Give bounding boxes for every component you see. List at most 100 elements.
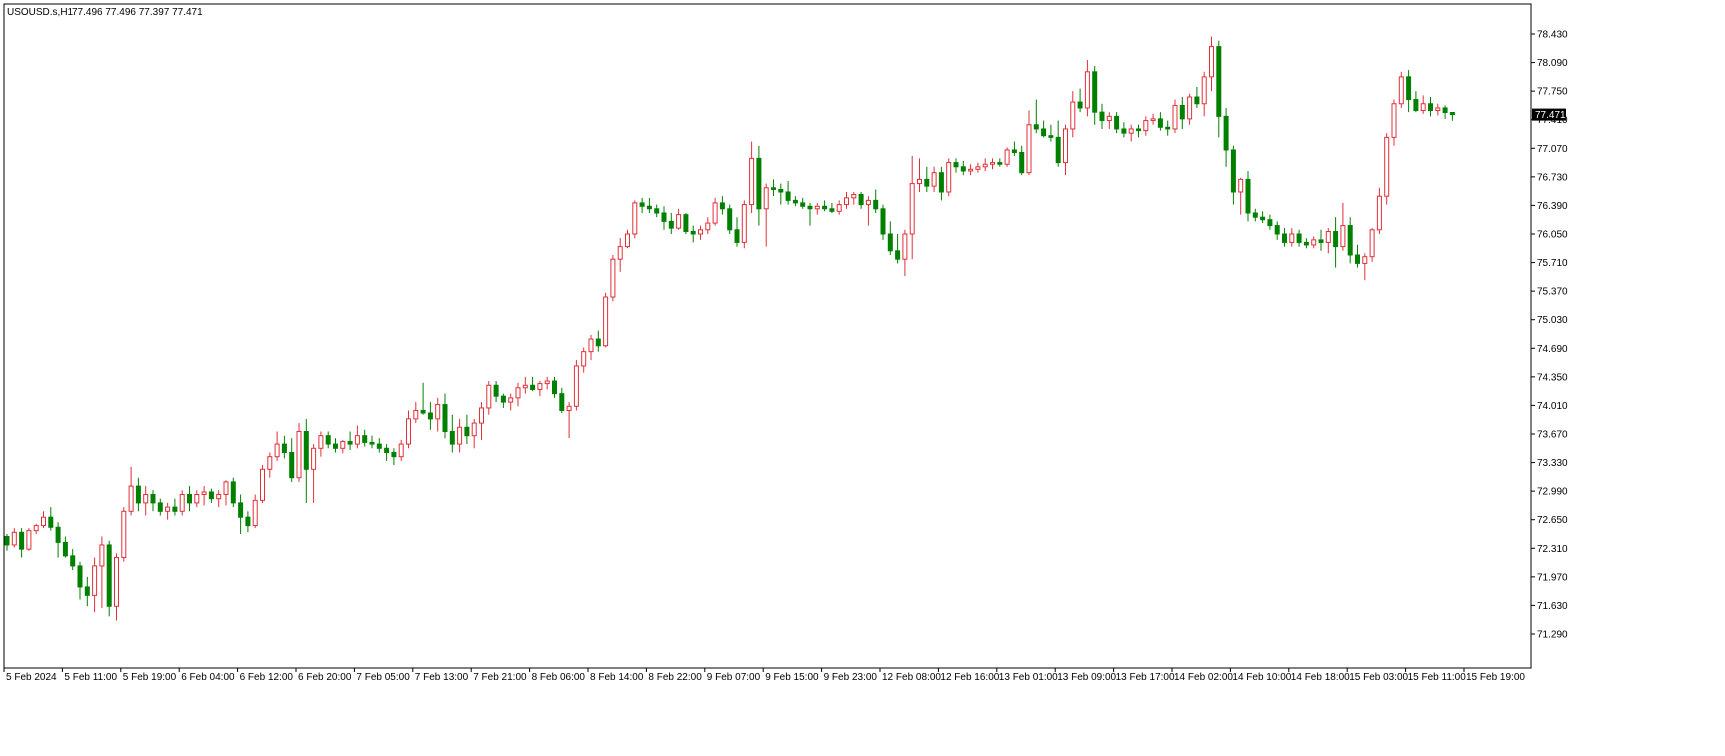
- candle-body: [851, 194, 857, 199]
- candle-body: [552, 380, 557, 395]
- candle-body: [822, 205, 828, 210]
- candle: [26, 528, 32, 551]
- current-price-tag: 77.471: [1532, 108, 1566, 121]
- candle-body: [99, 544, 105, 567]
- time-tick-label: 15 Feb 11:00: [1408, 672, 1467, 683]
- candle-body: [646, 205, 652, 210]
- candle-body: [1282, 233, 1287, 243]
- price-tick-label: 75.030: [1537, 315, 1568, 326]
- candle-body: [734, 229, 740, 243]
- candle-body: [1267, 219, 1273, 227]
- candle: [632, 200, 638, 239]
- candle-body: [1106, 115, 1112, 122]
- candle: [106, 540, 112, 617]
- candle-body: [1347, 225, 1353, 256]
- candle-body: [1245, 178, 1251, 214]
- time-tick-label: 13 Feb 01:00: [999, 672, 1058, 683]
- candle-body: [1099, 111, 1105, 122]
- candle-body: [595, 338, 601, 347]
- candle-body: [340, 441, 346, 449]
- candle-body: [544, 380, 550, 385]
- candle-body: [705, 222, 711, 231]
- time-tick-label: 8 Feb 14:00: [590, 672, 644, 683]
- candle-body: [172, 506, 178, 512]
- candle-body: [296, 430, 302, 479]
- candle-body: [442, 404, 448, 432]
- candle-body: [559, 393, 565, 411]
- price-tick-label: 72.310: [1537, 544, 1568, 555]
- candle-body: [1128, 128, 1134, 134]
- candle-body: [260, 468, 265, 501]
- price-tick-label: 78.090: [1537, 58, 1568, 69]
- price-tick-label: 76.390: [1537, 201, 1568, 212]
- candle-body: [990, 162, 995, 165]
- candle-body: [1311, 239, 1317, 246]
- candle-body: [909, 183, 915, 235]
- candle-body: [318, 435, 324, 449]
- candle-body: [1019, 151, 1025, 174]
- candle-body: [814, 205, 820, 210]
- candle-body: [406, 418, 411, 445]
- candle-body: [1428, 103, 1433, 111]
- price-tick-label: 73.670: [1537, 430, 1568, 441]
- candle-body: [1238, 178, 1244, 193]
- candle-body: [252, 499, 258, 527]
- candle-body: [449, 430, 455, 445]
- candle-body: [26, 530, 32, 550]
- candle-body: [274, 443, 280, 458]
- time-tick-label: 9 Feb 15:00: [765, 672, 819, 683]
- candle-body: [698, 229, 703, 235]
- candle-body: [603, 296, 609, 347]
- time-tick-label: 6 Feb 12:00: [240, 672, 294, 683]
- candle-body: [676, 214, 682, 229]
- candle: [260, 465, 265, 503]
- time-tick-label: 13 Feb 09:00: [1057, 672, 1116, 683]
- candle: [230, 477, 236, 508]
- price-tick-label: 71.630: [1537, 601, 1568, 612]
- price-tick-label: 74.690: [1537, 344, 1568, 355]
- time-tick-label: 15 Feb 19:00: [1466, 672, 1525, 683]
- candle-body: [1362, 256, 1368, 264]
- time-tick-label: 8 Feb 22:00: [648, 672, 702, 683]
- candle-body: [712, 202, 718, 224]
- candle-body: [1157, 118, 1163, 128]
- price-chart[interactable]: 78.43078.09077.75077.41077.07076.73076.3…: [0, 0, 1725, 756]
- time-tick-label: 7 Feb 13:00: [415, 672, 469, 683]
- candle: [1398, 71, 1404, 108]
- candle-body: [836, 204, 842, 212]
- candle-body: [588, 338, 594, 353]
- candle-body: [1398, 76, 1404, 105]
- candle-body: [84, 586, 90, 596]
- candle-body: [1223, 115, 1229, 151]
- candle-body: [873, 199, 879, 210]
- candle-body: [208, 491, 214, 500]
- candle-body: [420, 409, 426, 414]
- candle-body: [938, 172, 944, 193]
- candle-body: [581, 351, 587, 367]
- candle-body: [1303, 241, 1309, 246]
- time-tick-label: 13 Feb 17:00: [1116, 672, 1175, 683]
- candle: [1384, 133, 1390, 205]
- candle-body: [369, 441, 375, 445]
- candle-body: [508, 397, 514, 403]
- chart-window[interactable]: 78.430 78.090 77.750 77.410 77.070 76.730 76.3…: [0, 0, 1725, 756]
- candle-body: [1340, 225, 1346, 248]
- candle-body: [62, 541, 68, 557]
- candle-body: [1333, 230, 1339, 248]
- candle-body: [435, 404, 441, 420]
- candle-body: [654, 208, 660, 214]
- candle-body: [347, 441, 353, 445]
- candle-body: [479, 407, 484, 424]
- time-tick-label: 9 Feb 23:00: [824, 672, 878, 683]
- time-tick-label: 7 Feb 21:00: [473, 672, 527, 683]
- candle-body: [187, 494, 192, 504]
- candle-body: [362, 435, 368, 443]
- candle-body: [522, 384, 528, 389]
- candle-body: [1077, 101, 1083, 109]
- candle-body: [566, 405, 572, 411]
- candle-body: [1435, 107, 1441, 111]
- candle-body: [354, 435, 360, 445]
- candle-body: [880, 208, 886, 235]
- candle-body: [325, 435, 331, 445]
- candle-body: [1055, 136, 1061, 164]
